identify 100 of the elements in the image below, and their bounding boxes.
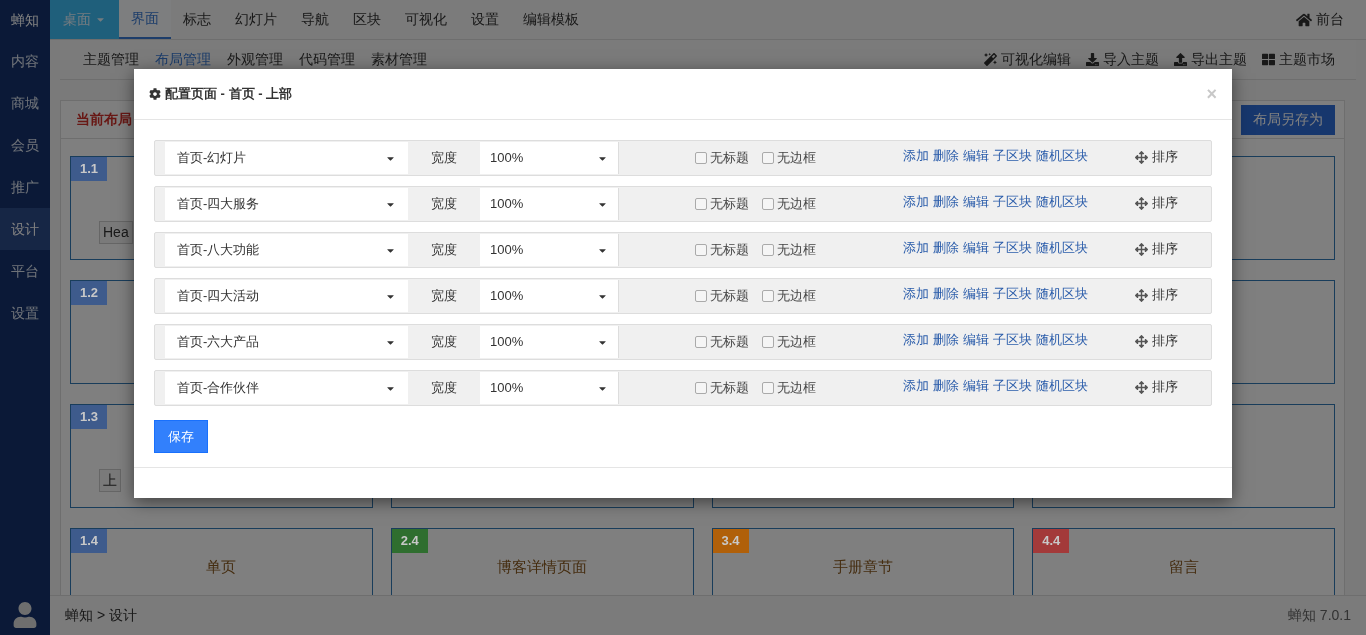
action-link[interactable]: 编辑 — [963, 192, 989, 212]
checkbox-label: 无边框 — [777, 379, 816, 398]
action-link[interactable]: 编辑 — [963, 238, 989, 258]
width-select[interactable]: 100% — [480, 142, 619, 174]
move-icon — [1135, 380, 1148, 394]
action-link[interactable]: 删除 — [933, 284, 959, 304]
sidebar-item[interactable]: 内容 — [0, 40, 50, 82]
sort-handle[interactable]: 排序 — [1135, 233, 1178, 267]
sidebar-item[interactable]: 设计 — [0, 208, 50, 250]
upload-icon — [1174, 53, 1187, 66]
checkbox[interactable] — [762, 336, 774, 348]
checkbox-label: 无标题 — [710, 195, 749, 214]
width-label: 宽度 — [430, 287, 458, 306]
action-link[interactable]: 添加 — [903, 376, 929, 396]
width-select[interactable]: 100% — [480, 326, 619, 358]
action-link[interactable]: 添加 — [903, 284, 929, 304]
brand-logo[interactable]: 蝉知 — [0, 0, 50, 40]
checkbox-label: 无标题 — [710, 379, 749, 398]
top-nav-item[interactable]: 设置 — [459, 0, 511, 39]
top-nav-item[interactable]: 标志 — [171, 0, 223, 39]
action-link[interactable]: 子区块 — [993, 238, 1032, 258]
action-link[interactable]: 编辑 — [963, 330, 989, 350]
block-select[interactable]: 首页-四大活动 — [165, 280, 408, 312]
width-select[interactable]: 100% — [480, 234, 619, 266]
action-link[interactable]: 随机区块 — [1036, 284, 1088, 304]
toolbar-link[interactable]: 主题市场 — [1262, 49, 1335, 70]
sort-handle[interactable]: 排序 — [1135, 141, 1178, 175]
block-select[interactable]: 首页-八大功能 — [165, 234, 408, 266]
action-link[interactable]: 随机区块 — [1036, 238, 1088, 258]
checkbox[interactable] — [695, 152, 707, 164]
block-select[interactable]: 首页-幻灯片 — [165, 142, 408, 174]
sort-handle[interactable]: 排序 — [1135, 371, 1178, 405]
block-select[interactable]: 首页-六大产品 — [165, 326, 408, 358]
sidebar-item[interactable]: 推广 — [0, 166, 50, 208]
sub-nav-item[interactable]: 外观管理 — [227, 49, 283, 70]
action-link[interactable]: 删除 — [933, 376, 959, 396]
home-icon — [1296, 11, 1312, 28]
sub-nav-item[interactable]: 素材管理 — [371, 49, 427, 70]
toolbar-link[interactable]: 可视化编辑 — [984, 49, 1071, 70]
action-link[interactable]: 删除 — [933, 330, 959, 350]
toolbar-link[interactable]: 导出主题 — [1174, 49, 1247, 70]
width-label: 宽度 — [430, 195, 458, 214]
checkbox[interactable] — [762, 198, 774, 210]
action-link[interactable]: 编辑 — [963, 376, 989, 396]
save-button[interactable]: 保存 — [154, 420, 208, 453]
action-link[interactable]: 删除 — [933, 146, 959, 166]
sidebar-item[interactable]: 设置 — [0, 292, 50, 334]
sort-handle[interactable]: 排序 — [1135, 187, 1178, 221]
checkbox[interactable] — [762, 290, 774, 302]
action-link[interactable]: 删除 — [933, 238, 959, 258]
action-link[interactable]: 子区块 — [993, 192, 1032, 212]
sidebar-item[interactable]: 商城 — [0, 82, 50, 124]
action-link[interactable]: 子区块 — [993, 330, 1032, 350]
sort-handle[interactable]: 排序 — [1135, 279, 1178, 313]
sub-nav-item[interactable]: 代码管理 — [299, 49, 355, 70]
top-nav-item[interactable]: 编辑模板 — [511, 0, 591, 39]
action-link[interactable]: 随机区块 — [1036, 330, 1088, 350]
move-icon — [1135, 288, 1148, 302]
top-nav-item[interactable]: 幻灯片 — [223, 0, 289, 39]
front-link[interactable]: 前台 — [1296, 0, 1344, 39]
action-link[interactable]: 添加 — [903, 192, 929, 212]
toolbar-link[interactable]: 导入主题 — [1086, 49, 1159, 70]
sidebar-item[interactable]: 平台 — [0, 250, 50, 292]
sub-nav-item[interactable]: 主题管理 — [83, 49, 139, 70]
checkbox[interactable] — [695, 244, 707, 256]
action-link[interactable]: 编辑 — [963, 146, 989, 166]
action-link[interactable]: 添加 — [903, 146, 929, 166]
checkbox-label: 无标题 — [710, 287, 749, 306]
sidebar-item[interactable]: 会员 — [0, 124, 50, 166]
checkbox[interactable] — [762, 382, 774, 394]
checkbox[interactable] — [695, 198, 707, 210]
width-select[interactable]: 100% — [480, 188, 619, 220]
width-select[interactable]: 100% — [480, 372, 619, 404]
action-link[interactable]: 添加 — [903, 330, 929, 350]
action-link[interactable]: 编辑 — [963, 284, 989, 304]
top-nav-item[interactable]: 区块 — [341, 0, 393, 39]
top-nav-item[interactable]: 导航 — [289, 0, 341, 39]
checkbox-label: 无标题 — [710, 241, 749, 260]
checkbox[interactable] — [762, 244, 774, 256]
action-link[interactable]: 子区块 — [993, 376, 1032, 396]
settings-icon — [149, 88, 161, 100]
action-link[interactable]: 子区块 — [993, 146, 1032, 166]
checkbox[interactable] — [695, 336, 707, 348]
checkbox[interactable] — [762, 152, 774, 164]
checkbox-label: 无边框 — [777, 241, 816, 260]
sort-handle[interactable]: 排序 — [1135, 325, 1178, 359]
action-link[interactable]: 随机区块 — [1036, 146, 1088, 166]
action-link[interactable]: 随机区块 — [1036, 192, 1088, 212]
action-link[interactable]: 子区块 — [993, 284, 1032, 304]
checkbox[interactable] — [695, 382, 707, 394]
action-link[interactable]: 添加 — [903, 238, 929, 258]
width-select[interactable]: 100% — [480, 280, 619, 312]
top-nav-item[interactable]: 可视化 — [393, 0, 459, 39]
action-link[interactable]: 随机区块 — [1036, 376, 1088, 396]
block-select[interactable]: 首页-四大服务 — [165, 188, 408, 220]
block-select[interactable]: 首页-合作伙伴 — [165, 372, 408, 404]
action-link[interactable]: 删除 — [933, 192, 959, 212]
user-avatar-icon[interactable] — [12, 602, 38, 628]
checkbox[interactable] — [695, 290, 707, 302]
grid-icon — [1262, 53, 1275, 66]
